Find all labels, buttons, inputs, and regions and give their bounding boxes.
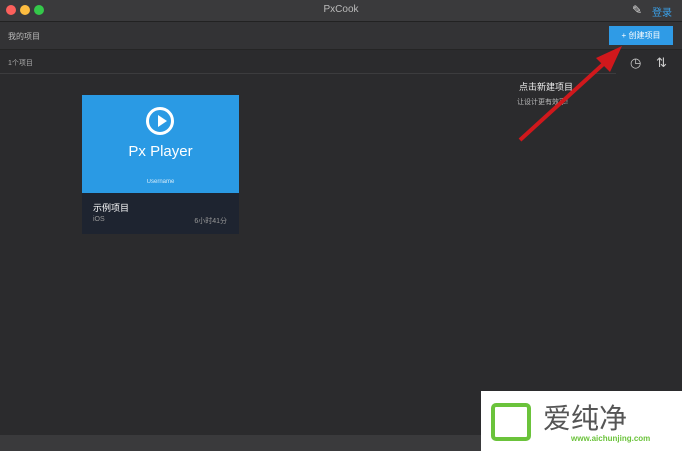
watermark-text: 爱纯净 xyxy=(543,403,628,434)
watermark: 爱纯净 www.aichunjing.com xyxy=(481,391,682,451)
red-arrow-icon xyxy=(518,46,622,142)
project-thumbnail: Px Player Username xyxy=(82,95,239,193)
play-icon xyxy=(146,107,174,135)
project-card[interactable]: Px Player Username 示例项目 iOS 6小时41分 xyxy=(82,95,239,234)
watermark-url: www.aichunjing.com xyxy=(571,434,651,443)
watermark-logo-icon xyxy=(491,403,531,441)
login-link[interactable]: 登录 xyxy=(652,4,672,19)
app-name: Px Player xyxy=(128,143,193,160)
title-bar: PxCook ✎ 登录 xyxy=(0,0,682,22)
project-platform: iOS xyxy=(93,216,105,223)
sort-alpha-icon[interactable]: ⇅ xyxy=(656,55,667,71)
page-title: 我的项目 xyxy=(8,32,40,41)
project-time: 6小时41分 xyxy=(194,218,227,225)
project-name: 示例项目 xyxy=(93,203,130,213)
brush-icon[interactable]: ✎ xyxy=(632,3,642,17)
sort-by-time-icon[interactable]: ◷ xyxy=(630,55,641,71)
window-title: PxCook xyxy=(323,4,359,15)
username: Username xyxy=(146,179,175,185)
project-count: 1个项目 xyxy=(8,60,33,67)
